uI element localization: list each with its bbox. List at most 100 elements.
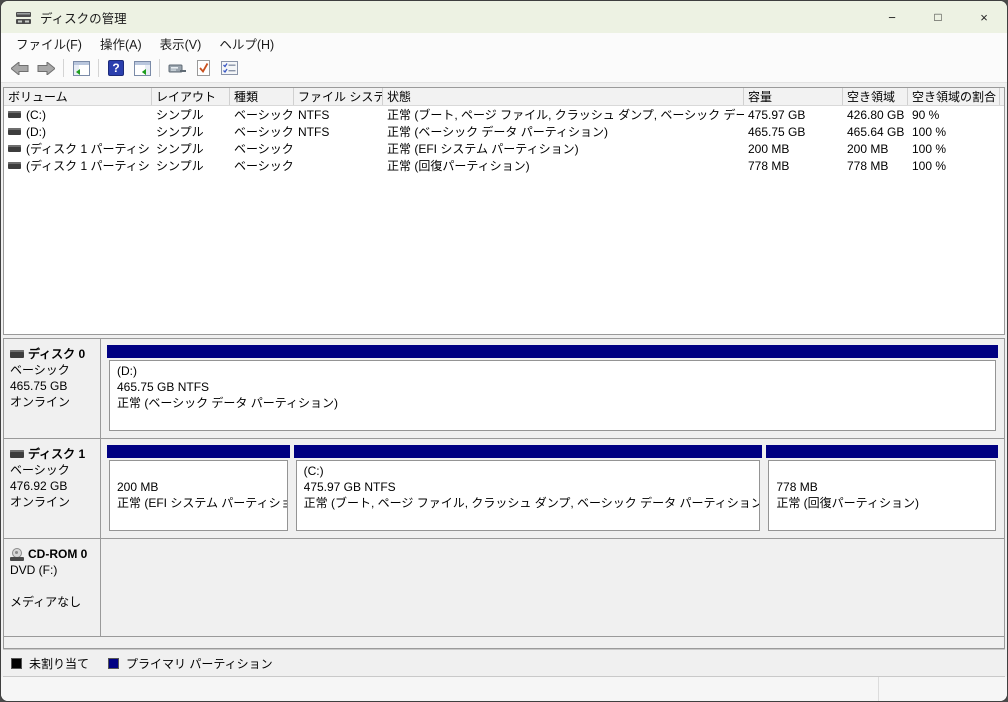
volume-layout: シンプル <box>152 140 230 157</box>
column-header-layout[interactable]: レイアウト <box>152 88 230 105</box>
disk-name: ディスク 1 <box>28 446 85 462</box>
partition-label: (C:) <box>304 463 760 479</box>
status-bar <box>1 677 1007 702</box>
partition-label: (D:) <box>117 363 995 379</box>
show-action-pane-button[interactable] <box>130 56 154 80</box>
svg-text:?: ? <box>112 61 119 75</box>
primary-partition-legend-label: プライマリ パーティション <box>126 655 273 672</box>
disk-size: 465.75 GB <box>10 378 97 394</box>
disk-type: DVD (F:) <box>10 562 97 578</box>
column-header-volume[interactable]: ボリューム <box>4 88 152 105</box>
partition-d[interactable]: (D:) 465.75 GB NTFS 正常 (ベーシック データ パーティショ… <box>107 345 998 431</box>
partition-size: 200 MB <box>117 479 287 495</box>
menubar: ファイル(F) 操作(A) 表示(V) ヘルプ(H) <box>1 33 1007 54</box>
volume-free-pct: 100 % <box>908 125 1000 139</box>
column-header-capacity[interactable]: 容量 <box>744 88 843 105</box>
checklist-button[interactable] <box>217 56 241 80</box>
volume-row[interactable]: (C:) シンプル ベーシック NTFS 正常 (ブート, ページ ファイル, … <box>4 106 1004 123</box>
menu-file[interactable]: ファイル(F) <box>7 32 91 55</box>
disk-icon <box>10 450 24 458</box>
cdrom-0-info-panel[interactable]: CD-ROM 0 DVD (F:) メディアなし <box>4 539 101 636</box>
legend-bar: 未割り当て プライマリ パーティション <box>3 649 1005 677</box>
primary-partition-legend-swatch <box>108 658 119 669</box>
cd-rom-icon <box>10 548 24 561</box>
toolbar-separator <box>63 59 64 77</box>
disk-1-info-panel[interactable]: ディスク 1 ベーシック 476.92 GB オンライン <box>4 439 101 538</box>
partition-efi[interactable]: 200 MB 正常 (EFI システム パーティション) <box>107 445 290 531</box>
client-area: ボリューム レイアウト 種類 ファイル システム 状態 容量 空き領域 空き領域… <box>1 83 1007 677</box>
partition-status: 正常 (回復パーティション) <box>776 495 995 511</box>
disk-type: ベーシック <box>10 462 97 478</box>
menu-view[interactable]: 表示(V) <box>151 32 211 55</box>
partition-size: 475.97 GB NTFS <box>304 479 760 495</box>
cdrom-0-track <box>101 539 1004 636</box>
maximize-button[interactable]: □ <box>915 1 961 33</box>
show-console-tree-button[interactable] <box>69 56 93 80</box>
volume-list-pane: ボリューム レイアウト 種類 ファイル システム 状態 容量 空き領域 空き領域… <box>3 87 1005 335</box>
volume-type: ベーシック <box>230 123 294 140</box>
volume-free-pct: 100 % <box>908 159 1000 173</box>
menu-action[interactable]: 操作(A) <box>91 32 151 55</box>
back-button[interactable] <box>8 56 32 80</box>
partition-label <box>117 463 287 479</box>
volume-row[interactable]: (ディスク 1 パーティション 4) シンプル ベーシック 正常 (回復パーティ… <box>4 157 1004 174</box>
partition-status: 正常 (ブート, ページ ファイル, クラッシュ ダンプ, ベーシック データ … <box>304 495 760 511</box>
volume-capacity: 465.75 GB <box>744 125 843 139</box>
disk-management-window: ディスクの管理 − □ × ファイル(F) 操作(A) 表示(V) ヘルプ(H) <box>0 0 1008 702</box>
forward-button[interactable] <box>34 56 58 80</box>
check-page-icon <box>196 60 211 76</box>
volume-layout: シンプル <box>152 157 230 174</box>
column-header-type[interactable]: 種類 <box>230 88 294 105</box>
volume-name: (ディスク 1 パーティション 1) <box>26 140 152 157</box>
disk-status: オンライン <box>10 494 97 510</box>
menu-help[interactable]: ヘルプ(H) <box>210 32 283 55</box>
disk-name: CD-ROM 0 <box>28 546 87 562</box>
volume-status: 正常 (ベーシック データ パーティション) <box>383 123 744 140</box>
volume-layout: シンプル <box>152 123 230 140</box>
volume-status: 正常 (ブート, ページ ファイル, クラッシュ ダンプ, ベーシック データ … <box>383 106 744 123</box>
show-console-tree-icon <box>73 61 90 76</box>
disk-1-track: 200 MB 正常 (EFI システム パーティション) (C:) 475.97… <box>101 439 1004 538</box>
unallocated-legend-label: 未割り当て <box>29 655 89 672</box>
graphical-view-pane: ディスク 0 ベーシック 465.75 GB オンライン (D:) 465.75… <box>3 338 1005 649</box>
primary-partition-color-strip <box>107 445 290 458</box>
window-title: ディスクの管理 <box>40 8 127 27</box>
partition-size: 778 MB <box>776 479 995 495</box>
close-button[interactable]: × <box>961 1 1007 33</box>
column-header-status[interactable]: 状態 <box>383 88 744 105</box>
volume-capacity: 200 MB <box>744 142 843 156</box>
column-header-fs[interactable]: ファイル システム <box>294 88 383 105</box>
volume-status: 正常 (EFI システム パーティション) <box>383 140 744 157</box>
column-header-free[interactable]: 空き領域 <box>843 88 908 105</box>
disk-name: ディスク 0 <box>28 346 85 362</box>
help-button[interactable]: ? <box>104 56 128 80</box>
volume-icon <box>8 162 21 169</box>
volume-icon <box>8 128 21 135</box>
disk-type: ベーシック <box>10 362 97 378</box>
back-icon <box>11 62 29 75</box>
partition-status: 正常 (ベーシック データ パーティション) <box>117 395 995 411</box>
volume-status: 正常 (回復パーティション) <box>383 157 744 174</box>
disk-row-1: ディスク 1 ベーシック 476.92 GB オンライン 200 MB 正常 (… <box>4 439 1004 539</box>
partition-c[interactable]: (C:) 475.97 GB NTFS 正常 (ブート, ページ ファイル, ク… <box>294 445 763 531</box>
disk-0-info-panel[interactable]: ディスク 0 ベーシック 465.75 GB オンライン <box>4 339 101 438</box>
volume-row[interactable]: (ディスク 1 パーティション 1) シンプル ベーシック 正常 (EFI シス… <box>4 140 1004 157</box>
disk-0-track: (D:) 465.75 GB NTFS 正常 (ベーシック データ パーティショ… <box>101 339 1004 438</box>
toolbar: ? <box>1 54 1007 83</box>
disk-status: メディアなし <box>10 594 97 610</box>
check-page-button[interactable] <box>191 56 215 80</box>
volume-name: (C:) <box>26 108 46 122</box>
volume-icon <box>8 145 21 152</box>
volume-free-pct: 90 % <box>908 108 1000 122</box>
minimize-button[interactable]: − <box>869 1 915 33</box>
volume-name: (ディスク 1 パーティション 4) <box>26 157 152 174</box>
popup-menu-button[interactable] <box>165 56 189 80</box>
partition-recovery[interactable]: 778 MB 正常 (回復パーティション) <box>766 445 998 531</box>
partition-status: 正常 (EFI システム パーティション) <box>117 495 287 511</box>
status-bar-segment <box>1 677 879 702</box>
volume-free: 778 MB <box>843 159 908 173</box>
column-header-free-pct[interactable]: 空き領域の割合 <box>908 88 1000 105</box>
volume-free-pct: 100 % <box>908 142 1000 156</box>
volume-free: 465.64 GB <box>843 125 908 139</box>
volume-row[interactable]: (D:) シンプル ベーシック NTFS 正常 (ベーシック データ パーティシ… <box>4 123 1004 140</box>
